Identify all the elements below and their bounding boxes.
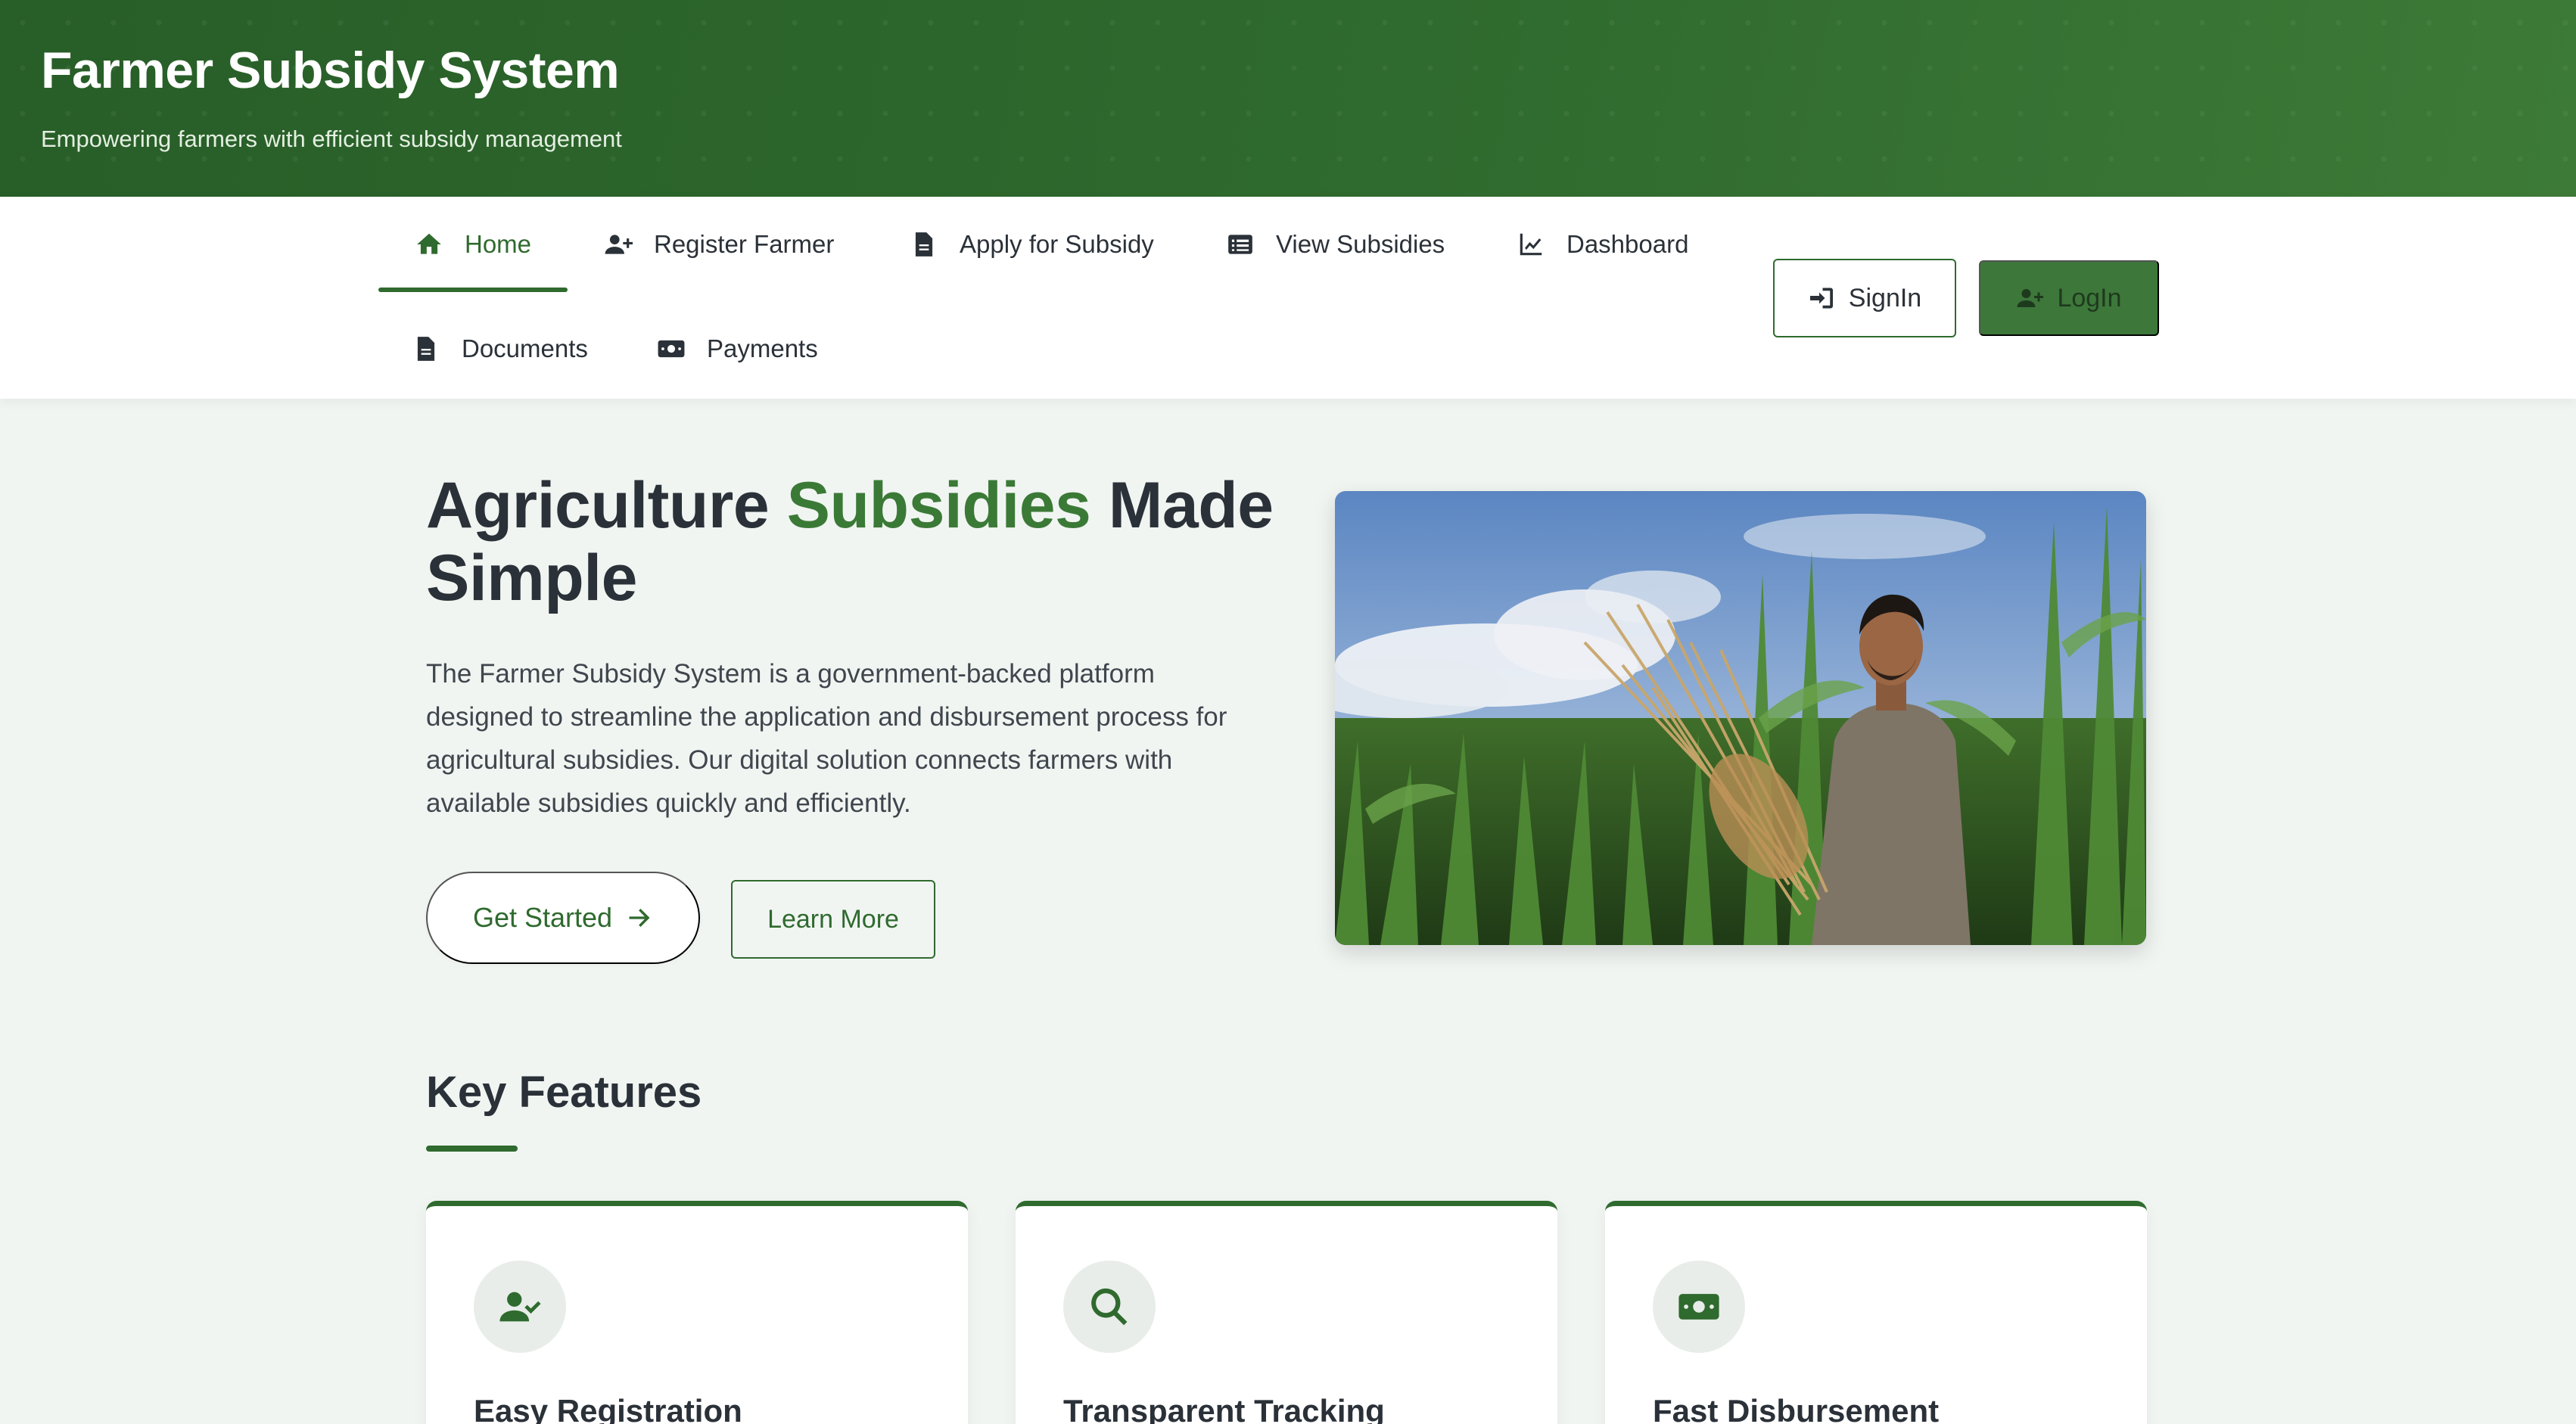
nav-item-label: Home [465,230,532,258]
login-label: LogIn [2057,283,2122,312]
site-subtitle: Empowering farmers with efficient subsid… [41,126,622,152]
sign-in-icon [1809,288,1833,309]
nav-item-label: View Subsidies [1276,230,1445,258]
nav-item-register-farmer[interactable]: Register Farmer [568,197,870,292]
chart-line-icon [1520,233,1542,256]
nav-item-documents[interactable]: Documents [375,301,624,396]
user-plus-icon [2017,289,2044,307]
feature-icon-circle [474,1261,566,1353]
nav-item-dashboard[interactable]: Dashboard [1480,197,1725,292]
feature-card-transparent-tracking: Transparent Tracking [1016,1201,1557,1424]
money-icon [658,340,685,358]
learn-more-button[interactable]: Learn More [731,880,935,959]
nav-item-label: Register Farmer [654,230,835,258]
signin-label: SignIn [1848,283,1922,312]
nav-item-label: Payments [707,334,818,362]
nav-item-view-subsidies[interactable]: View Subsidies [1190,197,1481,292]
nav-item-label: Apply for Subsidy [960,230,1154,258]
list-icon [1228,235,1252,254]
feature-icon-circle [1063,1261,1156,1353]
arrow-right-icon [629,909,650,927]
nav-item-label: Dashboard [1566,230,1689,258]
get-started-button[interactable]: Get Started [426,872,700,964]
feature-card-easy-registration: Easy Registration [426,1201,968,1424]
nav-item-label: Documents [462,334,588,362]
money-icon [1678,1294,1719,1320]
main-nav: Home Register Farmer Apply for Subsidy V… [0,197,2576,399]
user-check-icon [499,1292,541,1322]
file-icon [417,337,435,361]
nav-item-home[interactable]: Home [378,197,568,292]
nav-item-payments[interactable]: Payments [621,301,854,396]
hero-description: The Farmer Subsidy System is a governmen… [426,659,1227,818]
key-features-title: Key Features [426,1068,702,1117]
learn-more-label: Learn More [767,904,899,934]
search-icon [1091,1288,1128,1326]
feature-title: Fast Disbursement [1653,1393,1940,1424]
home-icon [417,233,441,254]
site-title: Farmer Subsidy System [41,42,620,99]
header-banner: Farmer Subsidy System Empowering farmers… [0,0,2576,197]
hero-title-accent: Subsidies [786,469,1091,542]
feature-card-fast-disbursement: Fast Disbursement [1605,1201,2147,1424]
user-plus-icon [605,235,633,254]
signin-button[interactable]: SignIn [1773,259,1956,337]
nav-item-apply-for-subsidy[interactable]: Apply for Subsidy [873,197,1190,292]
feature-icon-circle [1653,1261,1745,1353]
file-icon [915,232,933,257]
hero-image [1335,491,2146,945]
feature-title: Easy Registration [474,1393,742,1424]
section-divider [426,1146,518,1152]
hero-title-part1: Agriculture [426,469,770,542]
feature-title: Transparent Tracking [1063,1393,1385,1424]
get-started-label: Get Started [472,902,613,933]
hero-title: Agriculture Subsidies Made Simple [426,469,1274,614]
login-button[interactable]: LogIn [1979,260,2159,336]
